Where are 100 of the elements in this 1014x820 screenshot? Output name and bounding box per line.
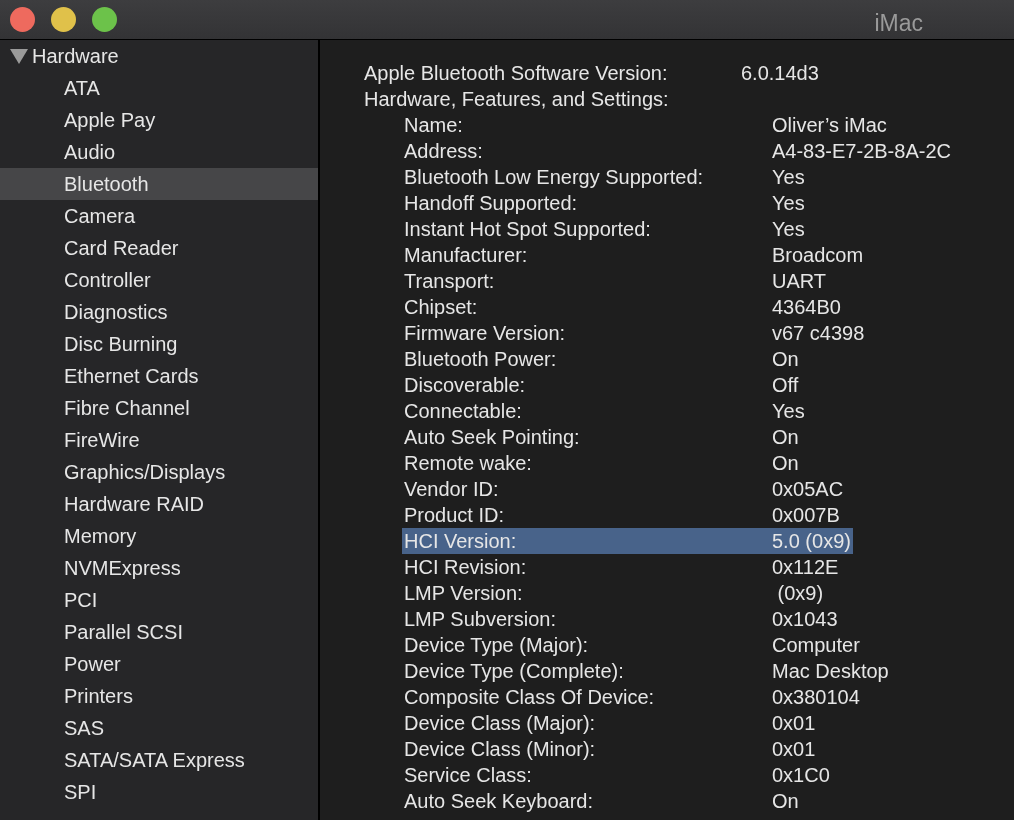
property-row[interactable]: Discoverable: Off xyxy=(402,372,801,398)
property-row[interactable]: HCI Revision: 0x112E xyxy=(402,554,841,580)
sidebar-item[interactable]: PCI xyxy=(0,584,318,616)
property-row[interactable]: LMP Version: (0x9) xyxy=(402,580,826,606)
property-row[interactable]: Device Type (Complete): Mac Desktop xyxy=(402,658,891,684)
property-row[interactable]: Composite Class Of Device: 0x380104 xyxy=(402,684,862,710)
property-value: On xyxy=(772,347,799,372)
sidebar-item[interactable]: Apple Pay xyxy=(0,104,318,136)
property-value: Mac Desktop xyxy=(772,659,889,684)
window-title: iMac xyxy=(874,9,923,38)
sidebar-item[interactable]: SAS xyxy=(0,712,318,744)
close-button[interactable] xyxy=(10,7,35,32)
sidebar-item[interactable]: Diagnostics xyxy=(0,296,318,328)
property-row[interactable]: Auto Seek Pointing: On xyxy=(402,424,801,450)
property-label: LMP Subversion: xyxy=(404,607,557,632)
property-value: 0x380104 xyxy=(772,685,860,710)
property-value: Broadcom xyxy=(772,243,864,268)
sidebar-item[interactable]: Ethernet Cards xyxy=(0,360,318,392)
sidebar-item[interactable]: Hardware RAID xyxy=(0,488,318,520)
sidebar-item[interactable]: Parallel SCSI xyxy=(0,616,318,648)
property-label: Connectable: xyxy=(404,399,523,424)
sidebar-group-label[interactable]: Hardware xyxy=(32,41,119,71)
property-row[interactable]: Transport: UART xyxy=(402,268,829,294)
property-value: 0x1C0 xyxy=(772,763,830,788)
property-row[interactable]: Instant Hot Spot Supported: Yes xyxy=(402,216,807,242)
selected-row[interactable]: HCI Version: 5.0 (0x9) xyxy=(402,528,853,554)
property-row[interactable]: Service Class: 0x1C0 xyxy=(402,762,832,788)
property-row[interactable]: Remote wake: On xyxy=(402,450,801,476)
sidebar-item[interactable]: Disc Burning xyxy=(0,328,318,360)
section-heading: Hardware, Features, and Settings: xyxy=(364,88,669,110)
property-label: Firmware Version: xyxy=(404,321,567,346)
property-row[interactable]: Device Class (Major): 0x01 xyxy=(402,710,818,736)
sidebar-item[interactable]: Memory xyxy=(0,520,318,552)
property-label: HCI Version: xyxy=(404,529,518,554)
property-label: LMP Version: xyxy=(404,581,524,606)
sidebar-item[interactable]: Fibre Channel xyxy=(0,392,318,424)
property-value: 5.0 (0x9) xyxy=(772,529,851,554)
property-value: Oliver’s iMac xyxy=(772,113,887,138)
property-label: Device Type (Major): xyxy=(404,633,590,658)
sidebar-item[interactable]: FireWire xyxy=(0,424,318,456)
property-value: Off xyxy=(772,373,799,398)
sidebar-item[interactable]: SPI xyxy=(0,776,318,808)
property-value: 6.0.14d3 xyxy=(741,61,819,86)
sidebar-item[interactable]: Card Reader xyxy=(0,232,318,264)
sidebar-item[interactable]: Audio xyxy=(0,136,318,168)
sidebar-item[interactable]: Bluetooth xyxy=(0,168,318,200)
property-label: Remote wake: xyxy=(404,451,533,476)
property-row[interactable]: Name: Oliver’s iMac xyxy=(402,112,889,138)
property-label: Chipset: xyxy=(404,295,479,320)
sidebar-item[interactable]: ATA xyxy=(0,72,318,104)
sidebar-item[interactable]: SATA/SATA Express xyxy=(0,744,318,776)
property-label: Bluetooth Power: xyxy=(404,347,558,372)
property-row[interactable]: Manufacturer: Broadcom xyxy=(402,242,866,268)
property-row[interactable]: Auto Seek Keyboard: On xyxy=(402,788,801,814)
property-label: Discoverable: xyxy=(404,373,527,398)
property-row[interactable]: Handoff Supported: Yes xyxy=(402,190,807,216)
property-label: Device Type (Complete): xyxy=(404,659,625,684)
property-row[interactable]: Device Type (Major): Computer xyxy=(402,632,862,658)
property-row[interactable]: Product ID: 0x007B xyxy=(402,502,842,528)
property-label: Service Class: xyxy=(404,763,533,788)
property-row[interactable]: Vendor ID: 0x05AC xyxy=(402,476,846,502)
property-value: Yes xyxy=(772,217,805,242)
property-value: 0x01 xyxy=(772,711,816,736)
property-value: 0x007B xyxy=(772,503,840,528)
property-value: On xyxy=(772,451,799,476)
property-label: Device Class (Minor): xyxy=(404,737,597,762)
property-row[interactable]: LMP Subversion: 0x1043 xyxy=(402,606,840,632)
property-label: Transport: xyxy=(404,269,496,294)
property-label: Auto Seek Keyboard: xyxy=(404,789,594,814)
property-value: 0x01 xyxy=(772,737,816,762)
property-label: Auto Seek Pointing: xyxy=(404,425,581,450)
property-row[interactable]: Chipset: 4364B0 xyxy=(402,294,843,320)
property-row[interactable]: Device Class (Minor): 0x01 xyxy=(402,736,818,762)
sidebar-item[interactable]: Graphics/Displays xyxy=(0,456,318,488)
property-row[interactable]: Address: A4-83-E7-2B-8A-2C xyxy=(402,138,953,164)
property-value: On xyxy=(772,425,799,450)
sidebar-item[interactable]: Camera xyxy=(0,200,318,232)
sidebar-item[interactable]: Controller xyxy=(0,264,318,296)
sidebar-item[interactable]: Printers xyxy=(0,680,318,712)
property-label: Vendor ID: xyxy=(404,477,500,502)
property-label: Bluetooth Low Energy Supported: xyxy=(404,165,705,190)
property-value: v67 c4398 xyxy=(772,321,865,346)
property-value: Yes xyxy=(772,191,805,216)
sidebar-item[interactable]: Power xyxy=(0,648,318,680)
zoom-button[interactable] xyxy=(92,7,117,32)
minimize-button[interactable] xyxy=(51,7,76,32)
property-value: (0x9) xyxy=(776,581,824,606)
property-row[interactable]: Connectable: Yes xyxy=(402,398,807,424)
property-row[interactable]: Bluetooth Power: On xyxy=(402,346,801,372)
property-label: Manufacturer: xyxy=(404,243,529,268)
property-row[interactable]: Bluetooth Low Energy Supported: Yes xyxy=(402,164,807,190)
property-row[interactable]: Firmware Version: v67 c4398 xyxy=(402,320,867,346)
property-label: Composite Class Of Device: xyxy=(404,685,656,710)
property-label: HCI Revision: xyxy=(404,555,528,580)
sidebar-item[interactable]: NVMExpress xyxy=(0,552,318,584)
disclosure-triangle-down-icon[interactable] xyxy=(10,48,28,64)
property-value: 4364B0 xyxy=(772,295,841,320)
property-label: Product ID: xyxy=(404,503,506,528)
property-label: Name: xyxy=(404,113,464,138)
property-value: Yes xyxy=(772,165,805,190)
